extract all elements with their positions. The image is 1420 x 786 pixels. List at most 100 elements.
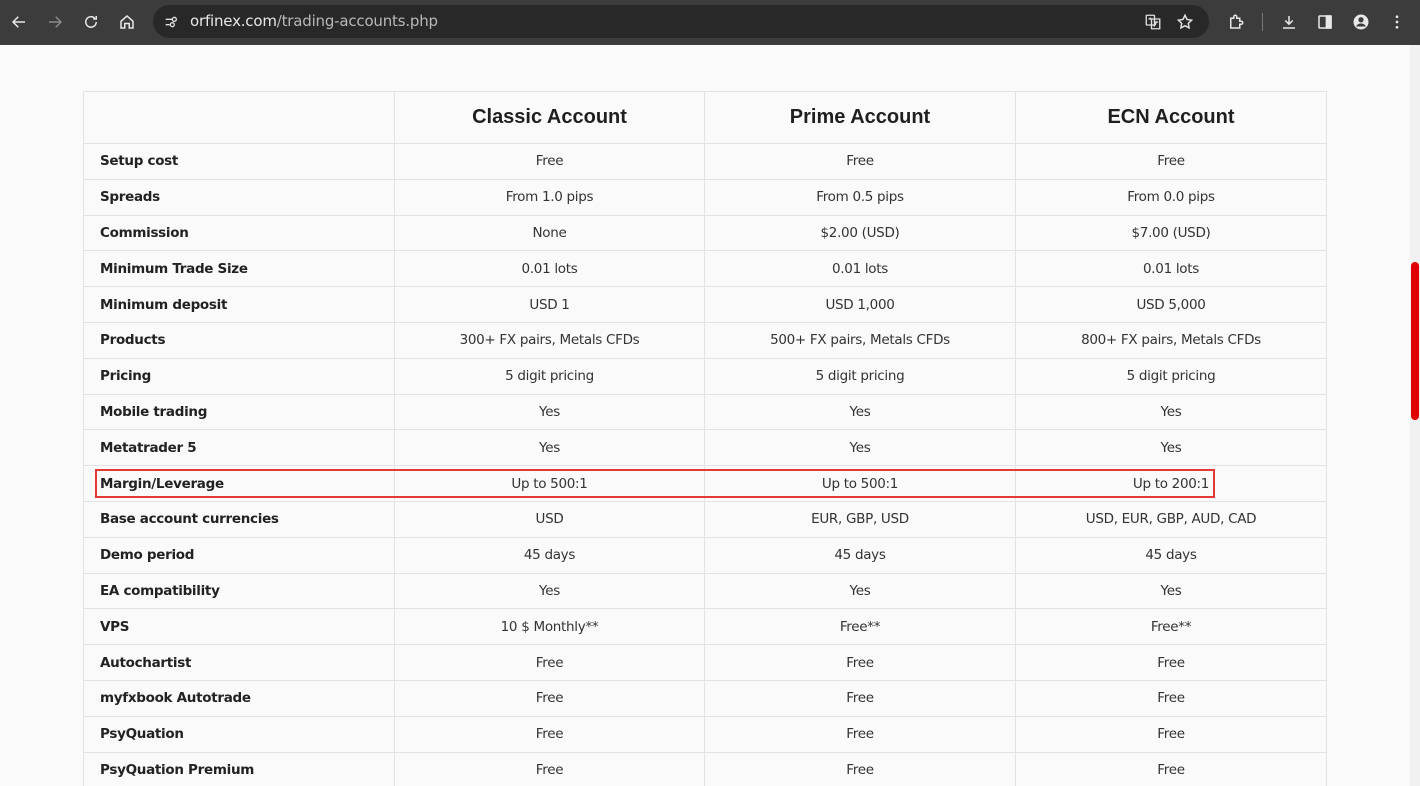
cell-value: Free: [394, 715, 705, 753]
cell-value: None: [394, 214, 705, 252]
url-host: orfinex.com: [190, 12, 277, 30]
table-row: Products 300+ FX pairs, Metals CFDs 500+ F…: [83, 321, 1327, 359]
cell-value: Free: [1015, 143, 1327, 180]
cell-value: Yes: [704, 572, 1016, 610]
table-header-row: Classic Account Prime Account ECN Accoun…: [83, 91, 1327, 144]
header-prime-account: Prime Account: [704, 91, 1016, 144]
browser-toolbar: orfinex.com/trading-accounts.php: [0, 0, 1420, 45]
cell-value: Free: [1015, 679, 1327, 717]
cell-value: USD 5,000: [1015, 286, 1327, 323]
account-comparison-table: Classic Account Prime Account ECN Accoun…: [83, 91, 1327, 786]
translate-icon[interactable]: [1142, 11, 1164, 33]
cell-value: USD 1,000: [704, 286, 1016, 323]
side-panel-icon[interactable]: [1311, 8, 1339, 36]
cell-value: 5 digit pricing: [704, 357, 1016, 395]
row-label: Autochartist: [83, 644, 395, 681]
cell-value: 45 days: [394, 536, 705, 574]
cell-value: 45 days: [1015, 536, 1327, 574]
cell-value: $7.00 (USD): [1015, 214, 1327, 252]
cell-value: Free: [394, 751, 705, 786]
site-info-icon[interactable]: [161, 12, 181, 32]
table-row: Spreads From 1.0 pips From 0.5 pips From 0.…: [83, 178, 1327, 216]
cell-value: USD 1: [394, 286, 705, 323]
table-row: Autochartist Free Free Free: [83, 644, 1327, 681]
profile-avatar-icon[interactable]: [1347, 8, 1375, 36]
cell-value: Yes: [1015, 393, 1327, 431]
cell-value: Free: [1015, 644, 1327, 681]
cell-value: Free: [704, 715, 1016, 753]
home-icon[interactable]: [113, 8, 141, 36]
cell-value: 500+ FX pairs, Metals CFDs: [704, 321, 1016, 359]
row-label: Demo period: [83, 536, 395, 574]
extensions-icon[interactable]: [1222, 8, 1250, 36]
row-label: Margin/Leverage: [83, 465, 395, 502]
cell-value: Yes: [704, 429, 1016, 467]
cell-value: Yes: [394, 572, 705, 610]
page-scrollbar[interactable]: [1410, 45, 1420, 786]
cell-value: 0.01 lots: [394, 250, 705, 288]
cell-value: Free: [394, 679, 705, 717]
cell-value: Yes: [394, 429, 705, 467]
table-row: EA compatibility Yes Yes Yes: [83, 572, 1327, 610]
cell-value: Up to 500:1: [394, 465, 705, 502]
row-label: Products: [83, 321, 395, 359]
table-row: Setup cost Free Free Free: [83, 143, 1327, 180]
table-row: VPS 10 $ Monthly** Free** Free**: [83, 608, 1327, 646]
row-label: PsyQuation Premium: [83, 751, 395, 786]
cell-value: USD, EUR, GBP, AUD, CAD: [1015, 500, 1327, 538]
row-label: Spreads: [83, 178, 395, 216]
table-row: Minimum Trade Size 0.01 lots 0.01 lots 0.01…: [83, 250, 1327, 288]
cell-value: Up to 200:1: [1015, 465, 1327, 502]
row-label: Commission: [83, 214, 395, 252]
cell-value: From 1.0 pips: [394, 178, 705, 216]
table-row: PsyQuation Free Free Free: [83, 715, 1327, 753]
url-text[interactable]: orfinex.com/trading-accounts.php: [190, 12, 438, 30]
cell-value: Free: [704, 679, 1016, 717]
table-row: Minimum deposit USD 1 USD 1,000 USD 5,000: [83, 286, 1327, 323]
cell-value: EUR, GBP, USD: [704, 500, 1016, 538]
table-row: Metatrader 5 Yes Yes Yes: [83, 429, 1327, 467]
table-row: Mobile trading Yes Yes Yes: [83, 393, 1327, 431]
cell-value: Free: [704, 143, 1016, 180]
cell-value: Free: [704, 751, 1016, 786]
download-icon[interactable]: [1275, 8, 1303, 36]
reload-icon[interactable]: [77, 8, 105, 36]
cell-value: 5 digit pricing: [394, 357, 705, 395]
back-arrow-icon[interactable]: [5, 8, 33, 36]
row-label: VPS: [83, 608, 395, 646]
cell-value: Free: [394, 143, 705, 180]
cell-value: Free: [1015, 751, 1327, 786]
cell-value: 10 $ Monthly**: [394, 608, 705, 646]
row-label: EA compatibility: [83, 572, 395, 610]
bookmark-star-icon[interactable]: [1174, 11, 1196, 33]
cell-value: Yes: [394, 393, 705, 431]
cell-value: Free**: [1015, 608, 1327, 646]
table-row: Commission None $2.00 (USD) $7.00 (USD): [83, 214, 1327, 252]
cell-value: From 0.0 pips: [1015, 178, 1327, 216]
header-classic-account: Classic Account: [394, 91, 705, 144]
row-label: Metatrader 5: [83, 429, 395, 467]
table-row: Pricing 5 digit pricing 5 digit pricing 5 d…: [83, 357, 1327, 395]
forward-arrow-icon[interactable]: [41, 8, 69, 36]
cell-value: USD: [394, 500, 705, 538]
cell-value: $2.00 (USD): [704, 214, 1016, 252]
cell-value: 0.01 lots: [704, 250, 1016, 288]
header-ecn-account: ECN Account: [1015, 91, 1327, 144]
row-label: myfxbook Autotrade: [83, 679, 395, 717]
menu-kebab-icon[interactable]: [1383, 8, 1411, 36]
cell-value: 800+ FX pairs, Metals CFDs: [1015, 321, 1327, 359]
row-label: Pricing: [83, 357, 395, 395]
table-row: Base account currencies USD EUR, GBP, USD U…: [83, 500, 1327, 538]
row-label: Mobile trading: [83, 393, 395, 431]
address-bar[interactable]: orfinex.com/trading-accounts.php: [153, 5, 1209, 38]
cell-value: Free: [704, 644, 1016, 681]
table-row: PsyQuation Premium Free Free Free: [83, 751, 1327, 786]
row-label: Minimum deposit: [83, 286, 395, 323]
table-row: myfxbook Autotrade Free Free Free: [83, 679, 1327, 717]
cell-value: Free: [1015, 715, 1327, 753]
cell-value: 300+ FX pairs, Metals CFDs: [394, 321, 705, 359]
cell-value: Yes: [704, 393, 1016, 431]
scrollbar-thumb[interactable]: [1411, 262, 1419, 420]
row-label: PsyQuation: [83, 715, 395, 753]
cell-value: 45 days: [704, 536, 1016, 574]
